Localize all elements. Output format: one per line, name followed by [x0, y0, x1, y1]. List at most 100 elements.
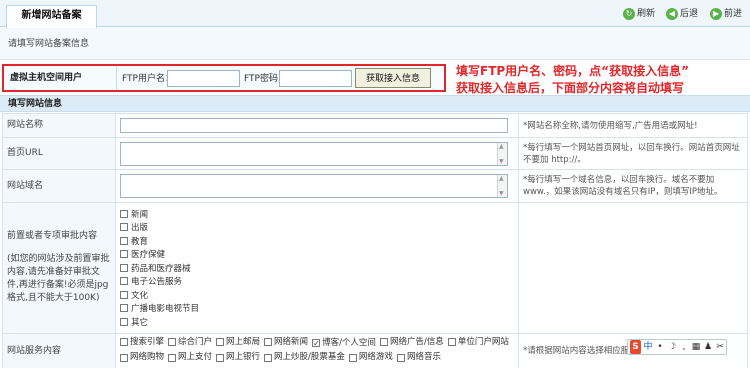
service-option[interactable]: 网上炒股/股票基金 — [264, 351, 345, 364]
checkbox[interactable] — [264, 338, 273, 346]
service-option[interactable]: 单位门户网站 — [447, 336, 509, 349]
service-option-label: 网上支付 — [178, 352, 213, 362]
checkbox[interactable] — [396, 353, 405, 362]
ftp-divider — [116, 66, 117, 90]
home-url-label: 首页URL — [2, 137, 116, 170]
service-option[interactable]: 网络游戏 — [348, 351, 393, 364]
approval-label: 前置或者专项审批内容 — [7, 231, 98, 242]
keyboard-icon[interactable]: ▦ — [690, 340, 702, 354]
approval-option[interactable]: 文化 — [120, 288, 514, 302]
ftp-credentials-row: 虚拟主机空间用户 FTP用户名： FTP密码： 获取接入信息 — [2, 64, 446, 92]
site-name-input[interactable] — [120, 118, 508, 133]
checkbox[interactable] — [120, 277, 128, 286]
service-option[interactable]: 网络新闻 — [264, 336, 308, 349]
sogou-logo-icon[interactable]: S — [630, 340, 642, 354]
forward-label: 前进 — [724, 9, 743, 19]
ftp-user-input[interactable] — [167, 70, 240, 87]
site-info-form: 网站名称 *网站名称全称,请勿使用缩写,广告用语或网址! 首页URL *每行填写… — [2, 113, 748, 368]
checkbox[interactable] — [264, 353, 273, 362]
user-icon[interactable]: ♟ — [702, 340, 714, 354]
forward-button[interactable]: ▶ 前进 — [710, 7, 742, 21]
approval-option-label: 新闻 — [131, 209, 149, 220]
home-url-tip: *每行填写一个网站首页网址，以回车换行。网站首页网址不要加 http://。 — [518, 137, 748, 170]
approval-option[interactable]: 新闻 — [120, 207, 514, 221]
checkbox[interactable] — [120, 236, 128, 245]
checkbox[interactable] — [120, 317, 128, 326]
site-name-label: 网站名称 — [2, 113, 116, 138]
services-checkbox-list: 搜索引擎 综合门户 网上邮局 网络新闻 ✓ 博客/个人空间 网络广告/信息 单位门户网站网络购… — [120, 336, 514, 367]
domain-tip: *每行填写一个域名信息，以回车换行。域名不要加www.，如果该网站没有域名只有I… — [518, 169, 748, 203]
checkbox[interactable] — [168, 353, 177, 362]
checkbox[interactable] — [120, 353, 128, 362]
back-arrow-icon: ◀ — [666, 7, 678, 20]
checkbox[interactable] — [216, 338, 225, 346]
back-button[interactable]: ◀ 后退 — [666, 7, 698, 21]
service-option-label: 网上邮局 — [226, 336, 261, 347]
checkbox[interactable] — [216, 353, 225, 362]
service-option[interactable]: 网络购物 — [120, 351, 164, 364]
approval-option-label: 广播电影电视节目 — [131, 304, 200, 315]
row-home-url: 首页URL *每行填写一个网站首页网址，以回车换行。网站首页网址不要加 http… — [2, 137, 748, 170]
service-option[interactable]: 网上支付 — [168, 351, 212, 364]
domain-textarea[interactable] — [120, 174, 508, 198]
moon-icon[interactable]: ☽ — [666, 340, 678, 354]
row-approval: 前置或者专项审批内容 (如您的网站涉及前置审批内容,请先准备好审批文件,再进行备… — [2, 202, 748, 334]
service-option-label: 网络音乐 — [406, 352, 441, 362]
home-url-textarea[interactable] — [120, 141, 508, 166]
comma-icon[interactable]: , — [678, 340, 690, 354]
tab-new-site-record[interactable]: 新增网站备案 — [6, 5, 97, 28]
checkbox[interactable] — [447, 338, 456, 346]
service-option[interactable]: 网上邮局 — [216, 336, 260, 349]
checkbox[interactable] — [120, 209, 128, 218]
checkbox[interactable] — [120, 290, 128, 299]
row-site-name: 网站名称 *网站名称全称,请勿使用缩写,广告用语或网址! — [2, 113, 748, 138]
forward-arrow-icon: ▶ — [710, 7, 722, 20]
textarea-scrollbar[interactable] — [497, 142, 507, 165]
refresh-button[interactable]: ↻ 刷新 — [623, 7, 655, 21]
approval-option-label: 电子公告服务 — [131, 277, 183, 288]
services-label: 网站服务内容 — [2, 332, 116, 368]
service-option[interactable]: 搜索引擎 — [120, 336, 164, 349]
checkbox[interactable] — [168, 338, 177, 346]
service-option-label: 网络购物 — [130, 352, 165, 362]
punctuation-icon[interactable]: • — [654, 340, 666, 354]
checkbox[interactable] — [120, 338, 128, 346]
annotation-line-1: 填写FTP用户名、密码，点“获取接入信息” — [456, 64, 689, 78]
service-option[interactable]: ✓ 博客/个人空间 — [312, 337, 376, 350]
checkbox[interactable] — [348, 353, 357, 362]
approval-option[interactable]: 其它 — [120, 315, 514, 329]
tools-icon[interactable]: ✂ — [714, 340, 726, 354]
top-tab-bar: 新增网站备案 ↻ 刷新 ◀ 后退 ▶ 前进 — [0, 0, 750, 28]
approval-option[interactable]: 出版 — [120, 221, 514, 235]
service-option-label: 网上银行 — [226, 352, 261, 362]
fetch-access-info-button[interactable]: 获取接入信息 — [355, 68, 431, 88]
service-option[interactable]: 综合门户 — [168, 336, 212, 349]
checkbox[interactable] — [120, 304, 128, 313]
approval-option[interactable]: 医疗保健 — [120, 248, 514, 262]
service-option[interactable]: 网络广告/信息 — [379, 336, 444, 349]
approval-option-label: 出版 — [131, 223, 149, 234]
checkbox[interactable] — [120, 263, 128, 272]
approval-option[interactable]: 药品和医疗器械 — [120, 261, 514, 275]
service-option-label: 网络新闻 — [274, 336, 309, 347]
checkbox[interactable] — [120, 250, 128, 259]
approval-option[interactable]: 教育 — [120, 234, 514, 248]
service-option-label: 博客/个人空间 — [322, 337, 376, 348]
textarea-scrollbar[interactable] — [497, 175, 507, 197]
approval-option[interactable]: 广播电影电视节目 — [120, 302, 514, 316]
back-label: 后退 — [680, 9, 699, 19]
service-option[interactable]: 网上银行 — [216, 351, 260, 364]
service-option-label: 单位门户网站 — [457, 336, 509, 347]
ime-mode-icon[interactable]: 中 — [642, 340, 654, 354]
service-option[interactable]: 网络音乐 — [396, 351, 441, 364]
refresh-icon: ↻ — [623, 7, 635, 20]
checkbox[interactable] — [379, 338, 388, 346]
approval-option-label: 药品和医疗器械 — [131, 263, 191, 274]
checkbox[interactable]: ✓ — [312, 339, 321, 348]
approval-option-label: 文化 — [131, 290, 149, 301]
approval-option-label: 医疗保健 — [131, 250, 166, 261]
ime-toolbar[interactable]: S 中 • ☽ , ▦ ♟ ✂ — [627, 339, 727, 355]
ftp-password-input[interactable] — [279, 70, 352, 87]
approval-option[interactable]: 电子公告服务 — [120, 275, 514, 289]
checkbox[interactable] — [120, 223, 128, 232]
